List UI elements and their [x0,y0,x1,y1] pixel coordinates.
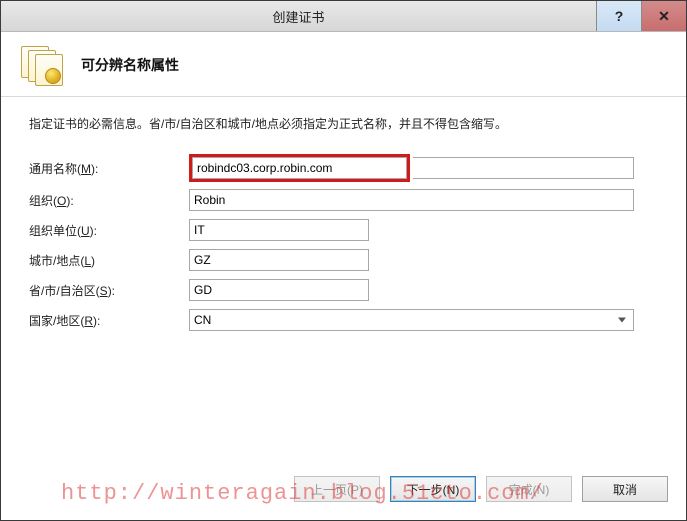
common-name-field[interactable] [192,157,407,179]
label-city: 城市/地点(L) [29,252,189,269]
page-title: 可分辨名称属性 [81,55,179,75]
organizational-unit-field[interactable] [189,219,369,241]
label-common-name: 通用名称(M): [29,160,189,177]
row-city: 城市/地点(L) [29,248,658,272]
city-field[interactable] [189,249,369,271]
row-organizational-unit: 组织单位(U): [29,218,658,242]
organization-field[interactable] [189,189,634,211]
row-organization: 组织(O): [29,188,658,212]
dialog-body: 指定证书的必需信息。省/市/自治区和城市/地点必须指定为正式名称，并且不得包含缩… [1,97,686,466]
row-state: 省/市/自治区(S): [29,278,658,302]
next-button[interactable]: 下一步(N) [390,476,476,502]
common-name-field-extension[interactable] [413,157,634,179]
row-common-name: 通用名称(M): [29,154,658,182]
window-title: 创建证书 [1,7,596,26]
country-select[interactable]: CN [189,309,634,331]
highlight-box [189,154,410,182]
previous-button: 上一页(P) [294,476,380,502]
label-country: 国家/地区(R): [29,312,189,329]
label-organizational-unit: 组织单位(U): [29,222,189,239]
cancel-button[interactable]: 取消 [582,476,668,502]
instructions-text: 指定证书的必需信息。省/市/自治区和城市/地点必须指定为正式名称，并且不得包含缩… [29,115,658,132]
window-buttons: ? ✕ [596,1,686,31]
help-button[interactable]: ? [596,1,641,31]
close-button[interactable]: ✕ [641,1,686,31]
dialog-footer: 上一页(P) 下一步(N) 完成(N) 取消 [1,466,686,520]
finish-button: 完成(N) [486,476,572,502]
state-field[interactable] [189,279,369,301]
close-icon: ✕ [658,8,670,25]
title-bar: 创建证书 ? ✕ [1,1,686,32]
certificate-icon [21,46,63,84]
dialog-window: 创建证书 ? ✕ 可分辨名称属性 指定证书的必需信息。省/市/自治区和城市/地点… [0,0,687,521]
label-organization: 组织(O): [29,192,189,209]
label-state: 省/市/自治区(S): [29,282,189,299]
row-country: 国家/地区(R): CN [29,308,658,332]
dialog-header: 可分辨名称属性 [1,32,686,96]
